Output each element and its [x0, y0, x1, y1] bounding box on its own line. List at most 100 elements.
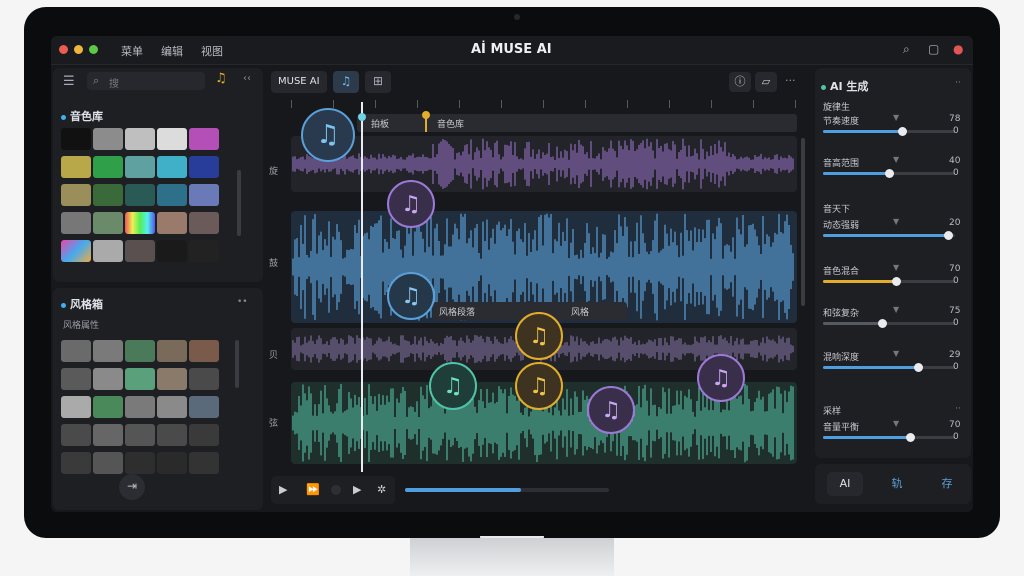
- swatch[interactable]: [93, 156, 123, 178]
- slider-track[interactable]: [823, 433, 955, 442]
- tracks-tab-button[interactable]: 轨: [879, 472, 915, 496]
- slider-knob[interactable]: [878, 319, 888, 328]
- style-options-icon[interactable]: ••: [237, 297, 248, 307]
- notes-tool-icon[interactable]: ♫: [333, 71, 359, 93]
- swatch[interactable]: [125, 452, 155, 474]
- loop-icon[interactable]: ✲: [377, 483, 386, 496]
- close-window-button[interactable]: [59, 45, 68, 54]
- slider-track[interactable]: [823, 231, 955, 240]
- swatch[interactable]: [61, 396, 91, 418]
- swatch[interactable]: [125, 396, 155, 418]
- swatch[interactable]: [157, 340, 187, 362]
- swatch[interactable]: [93, 368, 123, 390]
- fast-forward-icon[interactable]: ⏩: [306, 483, 320, 496]
- swatch[interactable]: [61, 368, 91, 390]
- chevron-down-icon[interactable]: ▼: [893, 155, 899, 164]
- swatch[interactable]: [93, 452, 123, 474]
- swatch[interactable]: [157, 396, 187, 418]
- slider-track[interactable]: [823, 363, 955, 372]
- marker-handle[interactable]: [422, 111, 430, 119]
- swatch[interactable]: [189, 128, 219, 150]
- swatch[interactable]: [157, 424, 187, 446]
- playhead-handle[interactable]: [358, 113, 366, 121]
- swatch[interactable]: [93, 424, 123, 446]
- music-note-icon[interactable]: ♫: [587, 386, 635, 434]
- swatch[interactable]: [125, 340, 155, 362]
- info-icon[interactable]: ⓘ: [729, 72, 751, 92]
- slider-knob[interactable]: [885, 169, 894, 178]
- timbre-scrollbar[interactable]: [237, 170, 241, 236]
- muse-ai-tab[interactable]: MUSE AI: [271, 71, 327, 93]
- menu-item-3[interactable]: 视图: [201, 43, 223, 59]
- music-note-icon[interactable]: ♫: [387, 180, 435, 228]
- slider-knob[interactable]: [944, 231, 954, 240]
- minimize-window-button[interactable]: [74, 45, 83, 54]
- timeline-ruler[interactable]: [291, 100, 797, 110]
- swatch[interactable]: [125, 128, 155, 150]
- slider-knob[interactable]: [898, 127, 908, 136]
- swatch[interactable]: [189, 424, 219, 446]
- play-alt-icon[interactable]: ▶: [353, 483, 361, 496]
- ai-tab-button[interactable]: AI: [827, 472, 863, 496]
- swatch[interactable]: [189, 156, 219, 178]
- swatch[interactable]: [93, 396, 123, 418]
- swatch[interactable]: [61, 156, 91, 178]
- hamburger-menu-icon[interactable]: ☰: [63, 74, 75, 89]
- swatch[interactable]: [189, 368, 219, 390]
- swatch[interactable]: [93, 240, 123, 262]
- add-style-button[interactable]: ⇥: [119, 474, 145, 500]
- swatch[interactable]: [61, 452, 91, 474]
- play-icon[interactable]: ▶: [279, 483, 287, 496]
- search-input[interactable]: ⌕ 搜: [87, 72, 205, 90]
- swatch[interactable]: [93, 340, 123, 362]
- window-icon[interactable]: ▢: [928, 42, 939, 56]
- music-note-icon[interactable]: ♫: [515, 362, 563, 410]
- music-note-icon[interactable]: ♫: [515, 312, 563, 360]
- record-icon[interactable]: [331, 485, 341, 495]
- swatch[interactable]: [189, 184, 219, 206]
- swatch[interactable]: [61, 340, 91, 362]
- swatch[interactable]: [189, 340, 219, 362]
- swatch[interactable]: [125, 424, 155, 446]
- more-options-icon[interactable]: ···: [785, 74, 796, 87]
- swatch[interactable]: [189, 240, 219, 262]
- swatch[interactable]: [61, 184, 91, 206]
- chevron-down-icon[interactable]: ▼: [893, 263, 899, 272]
- region-block-2[interactable]: 风格: [563, 302, 627, 320]
- swatch[interactable]: [157, 452, 187, 474]
- panel-options-icon[interactable]: ··: [955, 78, 961, 88]
- swatch[interactable]: [189, 452, 219, 474]
- sampling-options-icon[interactable]: ··: [955, 404, 961, 414]
- lanes-scrollbar[interactable]: [801, 138, 805, 306]
- swatch[interactable]: [157, 212, 187, 234]
- chevron-down-icon[interactable]: ▼: [893, 349, 899, 358]
- marker-bar[interactable]: 拍板 音色库: [357, 111, 797, 132]
- swatch[interactable]: [125, 184, 155, 206]
- notification-icon[interactable]: ●: [953, 42, 963, 56]
- zoom-window-button[interactable]: [89, 45, 98, 54]
- chevron-down-icon[interactable]: ▼: [893, 113, 899, 122]
- swatch[interactable]: [93, 128, 123, 150]
- slider-knob[interactable]: [914, 363, 924, 372]
- comment-icon[interactable]: ▱: [755, 72, 777, 92]
- slider-track[interactable]: [823, 319, 955, 328]
- music-note-icon[interactable]: ♫: [301, 108, 355, 162]
- music-note-icon[interactable]: ♫: [215, 71, 227, 86]
- slider-track[interactable]: [823, 277, 955, 286]
- music-note-icon[interactable]: ♫: [429, 362, 477, 410]
- swatch[interactable]: [125, 156, 155, 178]
- style-scrollbar[interactable]: [235, 340, 239, 388]
- menu-item-2[interactable]: 编辑: [161, 43, 183, 59]
- playhead[interactable]: [361, 102, 363, 472]
- search-icon[interactable]: ⌕: [903, 42, 910, 57]
- slider-track[interactable]: [823, 127, 955, 136]
- chevron-down-icon[interactable]: ▼: [893, 419, 899, 428]
- track-lane-1[interactable]: [291, 136, 797, 192]
- swatch[interactable]: [93, 184, 123, 206]
- music-note-icon[interactable]: ♫: [387, 272, 435, 320]
- chevron-down-icon[interactable]: ▼: [893, 217, 899, 226]
- swatch[interactable]: [157, 128, 187, 150]
- swatch[interactable]: [157, 368, 187, 390]
- swatch[interactable]: [125, 240, 155, 262]
- collapse-icon[interactable]: ‹‹: [243, 73, 251, 84]
